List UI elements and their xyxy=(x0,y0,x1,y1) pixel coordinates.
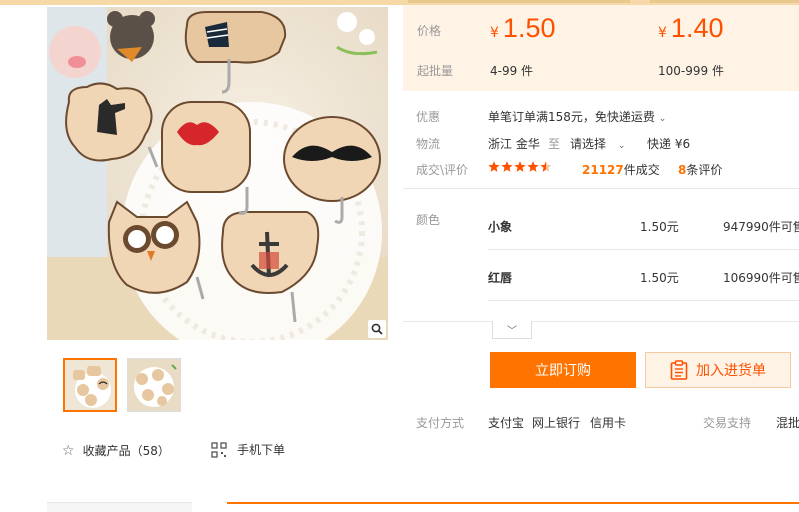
price-value: 1.50 xyxy=(502,13,556,43)
top-accent-segment xyxy=(650,0,799,3)
bottom-tab-active[interactable] xyxy=(227,502,799,512)
top-accent-segment xyxy=(408,0,630,3)
promo-text[interactable]: 单笔订单满158元，免快递运费 ⌄ xyxy=(488,108,666,125)
sku-name[interactable]: 红唇 xyxy=(488,269,512,286)
ship-from: 浙江 金华 xyxy=(488,137,540,151)
trade-support-value: 混批 xyxy=(776,416,799,430)
payment-method: 信用卡 xyxy=(590,416,627,430)
qrcode-icon xyxy=(211,441,227,458)
divider xyxy=(403,188,799,189)
express-fee: 快递 ¥6 xyxy=(647,137,691,151)
chevron-down-icon: ﹀ xyxy=(507,326,517,337)
sku-stock: 947990件可售 xyxy=(723,220,799,234)
deal-count: 21127 xyxy=(582,163,624,177)
star-filled-icon xyxy=(488,161,500,172)
mobile-order-link[interactable]: 手机下单 xyxy=(211,441,285,458)
moq-label: 起批量 xyxy=(417,64,454,78)
sku-stock: 106990件可售 xyxy=(723,271,799,285)
review-suffix: 条评价 xyxy=(686,163,723,177)
star-filled-icon xyxy=(514,161,526,172)
expand-sku-button[interactable]: ﹀ xyxy=(492,321,532,339)
sku-price: 1.50元 xyxy=(640,220,679,234)
quantity-range-1: 4-99 件 xyxy=(490,64,534,78)
deal-count-link[interactable]: 21127件成交 xyxy=(582,161,660,178)
zoom-icon[interactable] xyxy=(368,320,386,338)
price-value: 1.40 xyxy=(670,13,724,43)
logistics-label: 物流 xyxy=(416,137,441,151)
thumbnail-2[interactable] xyxy=(127,358,181,412)
price-panel: 价格 ¥1.50 ¥1.40 起批量 4-99 件 100-999 件 xyxy=(403,5,799,91)
ship-to-word: 至 xyxy=(548,137,561,151)
sku-name[interactable]: 小象 xyxy=(488,218,512,235)
currency-symbol: ¥ xyxy=(490,25,499,41)
favorite-product-link[interactable]: ☆ 收藏产品（58） xyxy=(62,442,170,459)
divider xyxy=(403,321,799,322)
favorite-label: 收藏产品（58） xyxy=(82,444,170,458)
add-to-cart-button[interactable]: 加入进货单 xyxy=(645,352,791,388)
rating-stars-icon xyxy=(488,161,554,176)
bottom-tab[interactable] xyxy=(47,502,192,512)
add-to-cart-label: 加入进货单 xyxy=(696,363,766,379)
payment-label: 支付方式 xyxy=(416,416,465,430)
clipboard-icon xyxy=(670,360,688,380)
quantity-range-2: 100-999 件 xyxy=(658,64,724,78)
buy-now-button[interactable]: 立即订购 xyxy=(490,352,636,388)
sku-divider xyxy=(488,249,799,250)
thumbnail-1[interactable] xyxy=(63,358,117,412)
currency-symbol: ¥ xyxy=(658,25,667,41)
star-filled-icon xyxy=(501,161,513,172)
star-outline-icon: ☆ xyxy=(62,442,75,459)
price-tier-1: ¥1.50 xyxy=(490,13,555,44)
star-filled-icon xyxy=(527,161,539,172)
deal-suffix: 件成交 xyxy=(623,163,660,177)
trade-support-label: 交易支持 xyxy=(703,416,752,430)
payment-method: 支付宝 xyxy=(488,416,525,430)
buy-now-label: 立即订购 xyxy=(535,363,591,379)
price-tier-2: ¥1.40 xyxy=(658,13,723,44)
deal-review-label: 成交\评价 xyxy=(416,163,469,177)
sku-divider xyxy=(488,300,799,301)
chevron-down-icon: ⌄ xyxy=(617,141,626,151)
chevron-down-icon: ⌄ xyxy=(658,114,667,124)
destination-select[interactable]: 请选择 ⌄ xyxy=(570,135,625,152)
mobile-order-label: 手机下单 xyxy=(237,443,286,457)
sku-price: 1.50元 xyxy=(640,271,679,285)
promo-label: 优惠 xyxy=(416,110,441,124)
product-main-image[interactable] xyxy=(47,7,388,340)
price-label: 价格 xyxy=(417,24,442,38)
review-count-link[interactable]: 8条评价 xyxy=(678,161,722,178)
color-label: 颜色 xyxy=(416,213,441,227)
payment-method: 网上银行 xyxy=(532,416,581,430)
promo-value: 单笔订单满158元，免快递运费 xyxy=(488,110,655,124)
destination-value: 请选择 xyxy=(570,137,607,151)
